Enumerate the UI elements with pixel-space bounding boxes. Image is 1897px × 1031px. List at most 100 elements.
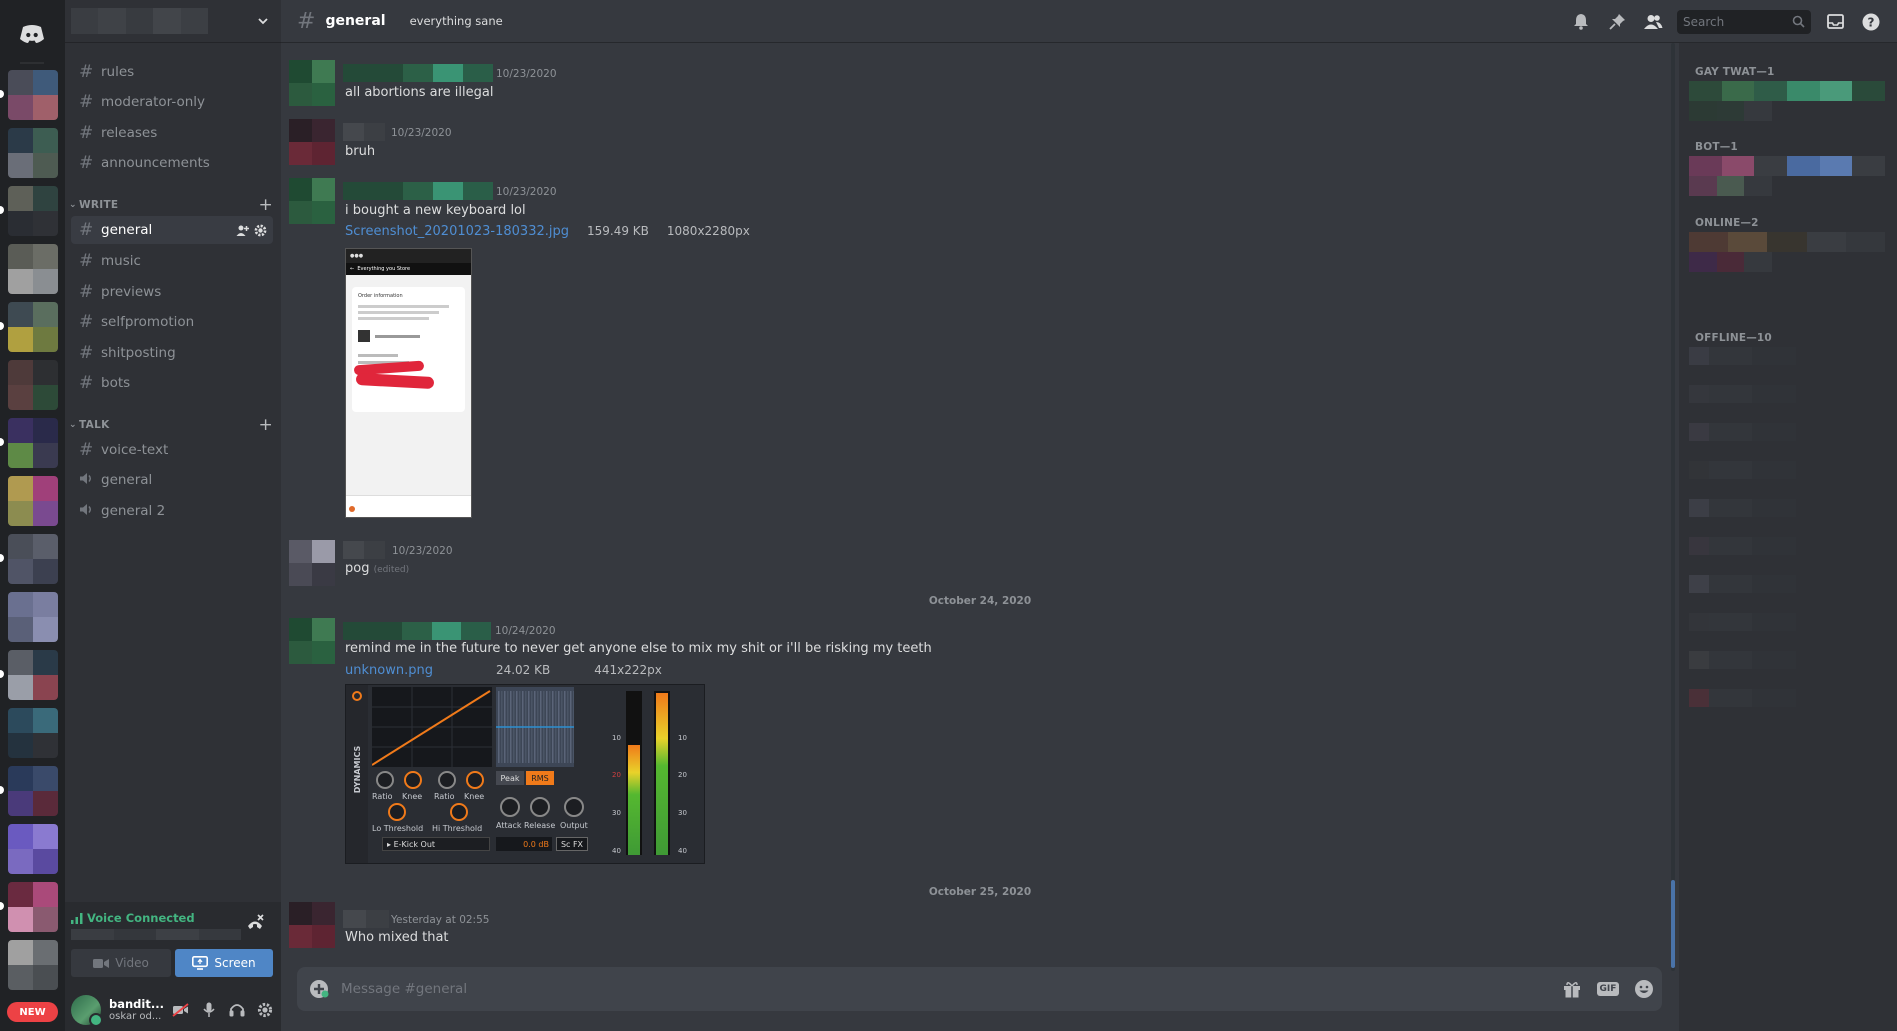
channel-topic[interactable]: everything sane <box>410 14 503 28</box>
member-redacted[interactable] <box>1689 651 1839 669</box>
knee-knob[interactable] <box>404 771 422 789</box>
server-icon-redacted[interactable] <box>8 592 58 642</box>
member-redacted[interactable] <box>1689 156 1885 176</box>
avatar[interactable] <box>289 119 335 165</box>
avatar[interactable] <box>289 540 335 586</box>
channel-selfpromotion[interactable]: # selfpromotion <box>71 308 273 336</box>
server-icon-redacted[interactable] <box>8 302 58 352</box>
scrollbar-thumb[interactable] <box>1671 880 1675 968</box>
user-names[interactable]: bandit... oskar od... <box>109 997 165 1022</box>
member-list-button[interactable] <box>1641 10 1665 34</box>
camera-off-button[interactable] <box>169 998 193 1022</box>
gift-button[interactable] <box>1554 967 1590 1011</box>
username-redacted[interactable] <box>343 182 493 200</box>
ratio-knob[interactable] <box>376 771 394 789</box>
channel-rules[interactable]: # rules <box>71 58 273 86</box>
preset-dropdown[interactable]: ▸ E-Kick Out <box>382 837 490 851</box>
peak-toggle[interactable]: Peak <box>496 771 524 785</box>
username-redacted[interactable] <box>343 123 385 141</box>
upload-button[interactable] <box>297 967 341 1011</box>
home-button[interactable] <box>10 12 54 56</box>
server-icon-redacted[interactable] <box>8 940 58 990</box>
image-attachment[interactable]: ●●● ← Everything you Store Order informa… <box>345 248 472 518</box>
lo-threshold-knob[interactable] <box>388 803 406 821</box>
disconnect-button[interactable] <box>245 913 267 935</box>
server-icon-redacted[interactable] <box>8 128 58 178</box>
server-icon-redacted[interactable] <box>8 360 58 410</box>
ratio-knob[interactable] <box>438 771 456 789</box>
server-header[interactable] <box>65 0 281 43</box>
member-redacted[interactable] <box>1689 499 1839 517</box>
server-icon-redacted[interactable] <box>8 882 58 932</box>
sc-fx-button[interactable]: Sc FX <box>556 837 588 851</box>
server-icon-redacted[interactable] <box>8 766 58 816</box>
member-redacted[interactable] <box>1689 689 1839 707</box>
output-knob[interactable] <box>564 797 584 817</box>
server-icon-redacted[interactable] <box>8 708 58 758</box>
server-icon-redacted[interactable] <box>8 418 58 468</box>
hi-threshold-knob[interactable] <box>450 803 468 821</box>
member-redacted[interactable] <box>1689 537 1839 555</box>
category-write[interactable]: ⌄ WRITE + <box>67 195 273 215</box>
category-talk[interactable]: ⌄ TALK + <box>67 415 273 435</box>
server-icon-redacted[interactable] <box>8 650 58 700</box>
member-redacted[interactable] <box>1689 252 1799 272</box>
member-redacted[interactable] <box>1689 461 1839 479</box>
screen-share-button[interactable]: Screen <box>175 949 273 977</box>
server-icon-redacted[interactable] <box>8 476 58 526</box>
mute-button[interactable] <box>197 998 221 1022</box>
channel-releases[interactable]: # releases <box>71 119 273 147</box>
server-icon-redacted[interactable] <box>8 186 58 236</box>
avatar[interactable] <box>289 60 335 106</box>
notifications-button[interactable] <box>1569 10 1593 34</box>
help-button[interactable]: ? <box>1859 10 1883 34</box>
username-redacted[interactable] <box>343 541 385 559</box>
username-redacted[interactable] <box>343 622 491 640</box>
inbox-button[interactable] <box>1823 10 1847 34</box>
video-button[interactable]: Video <box>71 949 171 977</box>
pinned-messages-button[interactable] <box>1605 10 1629 34</box>
knee-knob[interactable] <box>466 771 484 789</box>
image-attachment[interactable]: DYNAMICS Ratio Knee Ratio Knee Lo Thresh… <box>345 684 705 864</box>
channel-music[interactable]: # music <box>71 247 273 275</box>
rms-toggle[interactable]: RMS <box>526 771 554 785</box>
gif-button[interactable]: GIF <box>1590 967 1626 1011</box>
gear-icon[interactable] <box>254 224 267 237</box>
avatar[interactable] <box>289 902 335 948</box>
username-redacted[interactable] <box>343 64 493 82</box>
add-channel-icon[interactable]: + <box>258 195 273 215</box>
member-redacted[interactable] <box>1689 423 1839 441</box>
channel-previews[interactable]: # previews <box>71 278 273 306</box>
new-unreads-badge[interactable]: NEW <box>7 1002 58 1022</box>
member-redacted[interactable] <box>1689 176 1799 196</box>
user-settings-button[interactable] <box>253 998 277 1022</box>
member-redacted[interactable] <box>1689 575 1839 593</box>
member-redacted[interactable] <box>1689 101 1799 121</box>
server-icon-redacted[interactable] <box>8 534 58 584</box>
scrollbar-track[interactable] <box>1671 43 1675 971</box>
member-redacted[interactable] <box>1689 347 1839 365</box>
member-redacted[interactable] <box>1689 385 1839 403</box>
channel-bots[interactable]: # bots <box>71 369 273 397</box>
search-input[interactable]: Search <box>1677 9 1811 34</box>
invite-icon[interactable] <box>236 224 249 237</box>
server-icon-redacted[interactable] <box>8 244 58 294</box>
server-icon-redacted[interactable] <box>8 824 58 874</box>
avatar[interactable] <box>71 994 103 1027</box>
avatar[interactable] <box>289 178 335 224</box>
voice-status[interactable]: Voice Connected <box>71 911 195 925</box>
channel-announcements[interactable]: # announcements <box>71 149 273 177</box>
voice-channel-general-2[interactable]: general 2 <box>71 497 273 525</box>
username-redacted[interactable] <box>343 910 389 928</box>
channel-shitposting[interactable]: # shitposting <box>71 339 273 367</box>
attack-knob[interactable] <box>500 797 520 817</box>
emoji-button[interactable] <box>1626 967 1662 1011</box>
attachment-link[interactable]: Screenshot_20201023-180332.jpg <box>345 224 569 239</box>
server-icon-redacted[interactable] <box>8 70 58 120</box>
release-knob[interactable] <box>530 797 550 817</box>
voice-channel-general[interactable]: general <box>71 466 273 494</box>
member-redacted[interactable] <box>1689 81 1885 101</box>
member-redacted[interactable] <box>1689 613 1839 631</box>
avatar[interactable] <box>289 618 335 664</box>
deafen-button[interactable] <box>225 998 249 1022</box>
